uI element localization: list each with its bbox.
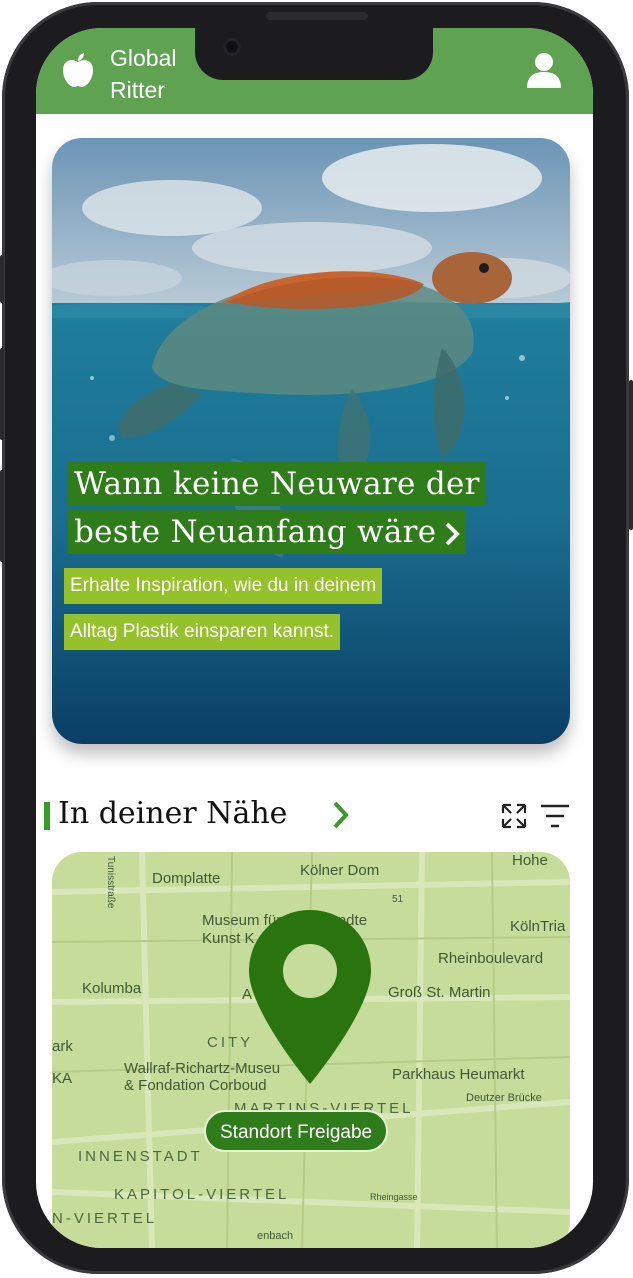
hero-title-line2: beste Neuanfang wäre [68,510,467,554]
map-label: Rheingasse [370,1192,418,1202]
map-label: Domplatte [152,870,221,887]
map-label: & Fondation Corboud [124,1077,267,1094]
section-accent-bar [44,802,50,830]
map-label: enbach [257,1230,294,1242]
map-label: Deutzer Brücke [466,1092,542,1104]
notch [195,28,433,80]
phone-side-button-2 [0,348,4,440]
expand-icon[interactable] [500,802,528,830]
map-label: N-VIERTEL [52,1210,158,1227]
hero-title-text2: beste Neuanfang wäre [74,514,437,550]
map-label: 51 [392,894,404,905]
camera [223,38,241,56]
map-label: Tunisstraße [105,856,116,909]
map-view[interactable]: Domplatte Kölner Dom Hohe Museum für van… [52,852,570,1248]
app-title-line2: Ritter [110,77,165,103]
map-label: INNENSTADT [78,1148,203,1165]
map-label: Hohe [512,852,548,869]
phone-side-button-4 [629,380,633,530]
chevron-right-icon[interactable] [332,800,350,830]
hero-subtitle: Erhalte Inspiration, wie du in deinem Al… [64,568,383,660]
map-label: Kölner Dom [300,862,380,879]
map-label: KAPITOL-VIERTEL [114,1186,290,1203]
app-title: Global Ritter [110,42,176,106]
user-icon[interactable] [524,50,564,90]
phone-side-button-1 [0,255,4,303]
screen: Global Ritter Wann keine Neuware der bes… [36,28,593,1248]
map-label: Rheinboulevard [438,950,544,967]
hero-subtitle-line2: Alltag Plastik einsparen kannst. [64,614,341,650]
chevron-right-icon[interactable] [444,521,461,547]
map-label: Kolumba [82,980,142,997]
map-label: Parkhaus Heumarkt [392,1066,525,1083]
section-title[interactable]: In deiner Nähe [58,796,287,831]
hero-title[interactable]: Wann keine Neuware der beste Neuanfang w… [68,462,486,558]
filter-icon[interactable] [540,802,570,830]
hero-card[interactable]: Wann keine Neuware der beste Neuanfang w… [52,138,570,744]
share-location-button[interactable]: Standort Freigabe [204,1110,389,1152]
map-label: KölnTria [510,918,566,935]
map-label: Groß St. Martin [388,984,491,1001]
hero-title-line1: Wann keine Neuware der [68,462,486,506]
map-label: KA [52,1070,73,1087]
map-label: ark [52,1038,73,1055]
app-title-line1: Global [110,45,177,71]
apple-icon[interactable] [58,50,98,90]
hero-subtitle-line1: Erhalte Inspiration, wie du in deinem [64,568,383,604]
phone-speaker [266,12,368,20]
map-pin-icon[interactable] [247,908,373,1086]
phone-side-button-3 [0,470,4,562]
